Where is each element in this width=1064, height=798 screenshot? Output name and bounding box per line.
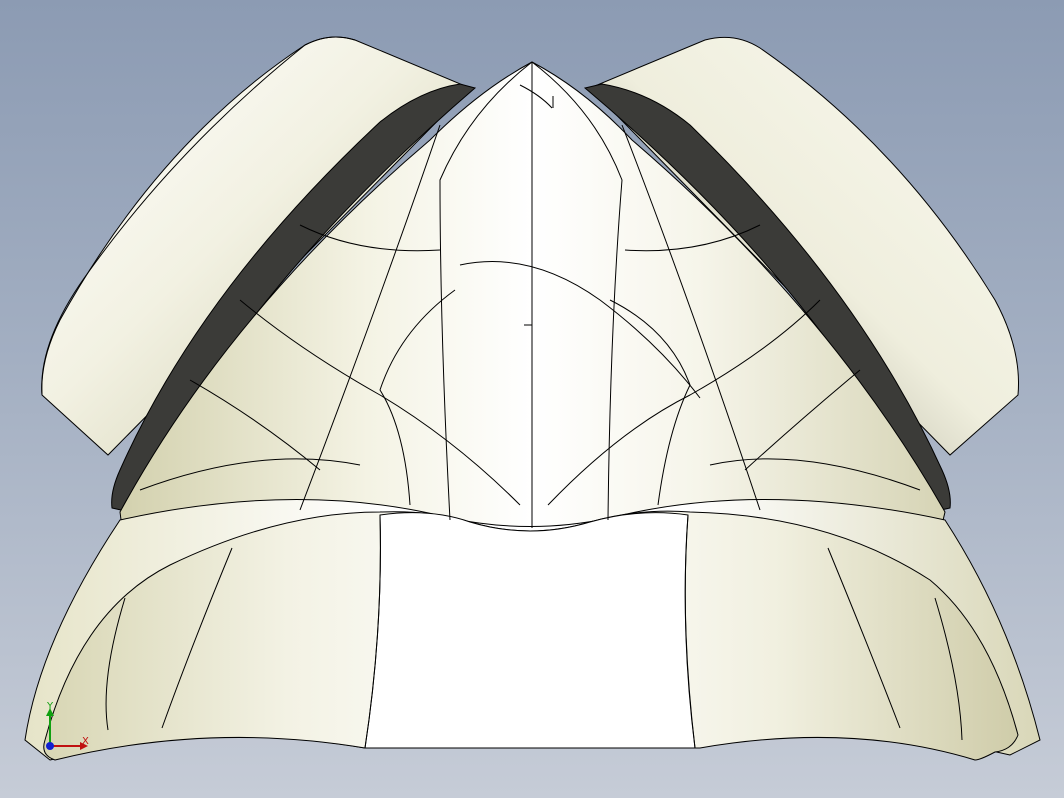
y-axis-label: Y [47,701,54,712]
3d-viewport[interactable]: X Y [0,0,1064,798]
x-axis-label: X [82,736,89,747]
center-face [364,512,696,749]
z-axis-dot [46,742,54,750]
cad-model[interactable] [0,0,1064,798]
coordinate-triad: X Y [36,700,106,760]
